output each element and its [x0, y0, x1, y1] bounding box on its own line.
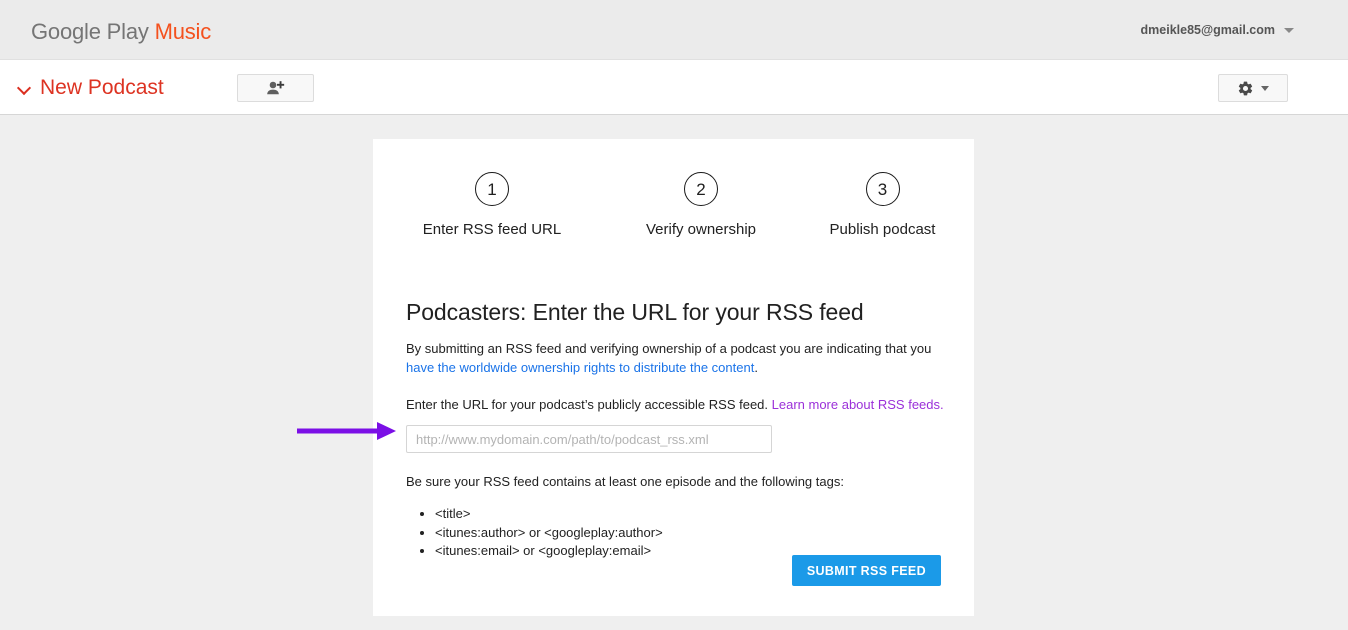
toolbar: New Podcast — [0, 60, 1348, 115]
rss-feed-url-input[interactable] — [406, 425, 772, 453]
settings-button[interactable] — [1218, 74, 1288, 102]
card-body: Podcasters: Enter the URL for your RSS f… — [406, 299, 951, 561]
stepper-step-3: 3 Publish podcast — [791, 172, 974, 238]
intro-text: By submitting an RSS feed and verifying … — [406, 341, 932, 356]
step-number-circle: 3 — [865, 172, 900, 206]
gear-icon — [1238, 81, 1253, 95]
card-headline: Podcasters: Enter the URL for your RSS f… — [406, 299, 864, 325]
list-item: <title> — [435, 505, 951, 523]
chevron-down-icon[interactable] — [14, 77, 36, 99]
top-header: Google Play Music dmeikle85@gmail.com — [0, 0, 1348, 60]
submit-row: SUBMIT RSS FEED — [373, 555, 974, 586]
ownership-rights-link[interactable]: have the worldwide ownership rights to d… — [406, 360, 754, 375]
stepper: 1 Enter RSS feed URL 2 Verify ownership … — [373, 172, 974, 238]
stepper-step-2: 2 Verify ownership — [611, 172, 791, 238]
stepper-step-1: 1 Enter RSS feed URL — [373, 172, 611, 238]
instruction-text: Enter the URL for your podcast’s publicl… — [406, 397, 772, 412]
chevron-down-icon — [1261, 85, 1269, 91]
step-label: Verify ownership — [645, 221, 757, 238]
brand-google-text: Google — [31, 19, 101, 44]
list-item: <itunes:author> or <googleplay:author> — [435, 524, 951, 542]
step-label: Publish podcast — [829, 221, 936, 238]
toolbar-left-group: New Podcast — [14, 60, 164, 115]
tags-intro-text: Be sure your RSS feed contains at least … — [406, 474, 844, 489]
submit-rss-feed-button[interactable]: SUBMIT RSS FEED — [791, 555, 941, 586]
add-person-button[interactable] — [237, 74, 314, 102]
brand-logo[interactable]: Google Play Music — [31, 19, 211, 45]
page-title: New Podcast — [40, 75, 164, 99]
brand-play-text: Play — [106, 19, 149, 44]
intro-paragraph: By submitting an RSS feed and verifying … — [406, 339, 951, 377]
step-number-circle: 1 — [475, 172, 509, 206]
intro-period: . — [754, 360, 758, 375]
step-number-circle: 2 — [684, 172, 718, 206]
step-label: Enter RSS feed URL — [422, 221, 562, 238]
account-email-label: dmeikle85@gmail.com — [1140, 23, 1275, 37]
instruction-paragraph: Enter the URL for your podcast’s publicl… — [406, 395, 951, 414]
brand-music-text: Music — [154, 19, 212, 44]
required-tags-list: <title> <itunes:author> or <googleplay:a… — [406, 505, 951, 560]
add-person-icon — [267, 80, 285, 94]
learn-more-rss-link[interactable]: Learn more about RSS feeds. — [772, 397, 944, 412]
chevron-down-icon — [1284, 27, 1294, 33]
podcast-setup-card: 1 Enter RSS feed URL 2 Verify ownership … — [373, 139, 974, 616]
account-menu[interactable]: dmeikle85@gmail.com — [1141, 23, 1294, 37]
